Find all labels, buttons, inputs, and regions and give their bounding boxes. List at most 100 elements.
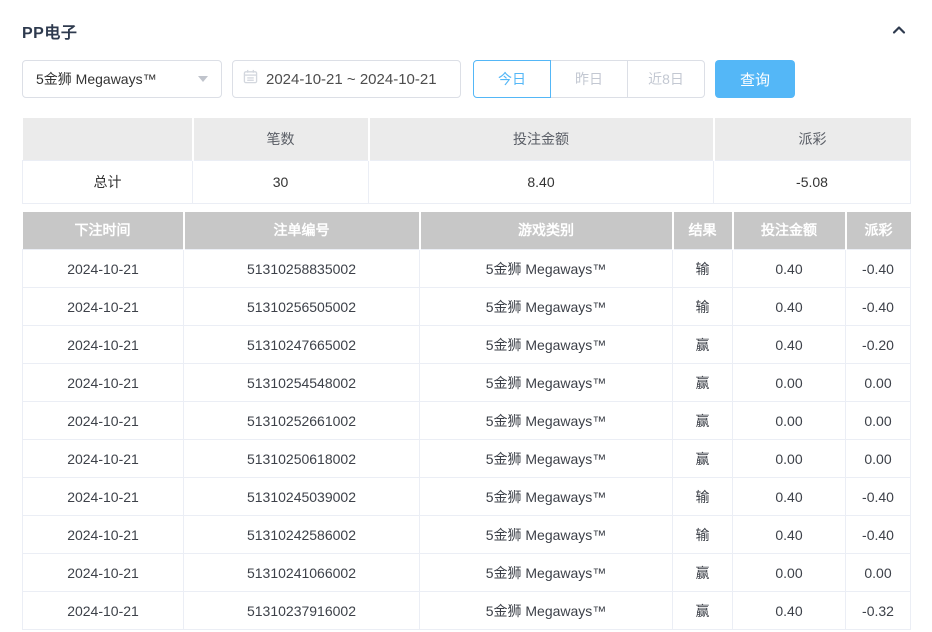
order-id-cell: 51310241066002 <box>184 554 420 592</box>
payout-cell: -0.20 <box>846 326 911 364</box>
order-id-cell: 51310250618002 <box>184 440 420 478</box>
summary-total-bet-amount: 8.40 <box>369 160 714 203</box>
filter-bar: 5金狮 Megaways™ 2024-10-21 ~ 2024-10-21 今日… <box>22 60 910 98</box>
bet-amount-cell: 0.00 <box>733 440 846 478</box>
game-type-cell: 5金狮 Megaways™ <box>420 516 673 554</box>
col-order-id: 注单编号 <box>184 212 420 250</box>
game-type-cell: 5金狮 Megaways™ <box>420 326 673 364</box>
table-row: 2024-10-21513102450390025金狮 Megaways™输0.… <box>23 478 911 516</box>
summary-header-row: 笔数 投注金额 派彩 <box>23 118 911 160</box>
bet-time-cell: 2024-10-21 <box>23 554 184 592</box>
search-button[interactable]: 查询 <box>715 60 795 98</box>
order-id-cell: 51310252661002 <box>184 402 420 440</box>
summary-total-payout: -5.08 <box>714 160 911 203</box>
bet-amount-cell: 0.40 <box>733 326 846 364</box>
game-select[interactable]: 5金狮 Megaways™ <box>22 60 222 98</box>
result-cell: 赢 <box>673 592 733 630</box>
order-id-cell: 51310258835002 <box>184 250 420 288</box>
pp-electronic-panel: PP电子 5金狮 Megaways™ <box>0 0 932 630</box>
quick-range-last8days-button[interactable]: 近8日 <box>627 60 705 98</box>
game-select-value: 5金狮 Megaways™ <box>36 69 157 89</box>
bet-amount-cell: 0.00 <box>733 364 846 402</box>
panel-header: PP电子 <box>22 20 910 42</box>
result-cell: 输 <box>673 250 733 288</box>
bets-table: 下注时间 注单编号 游戏类别 结果 投注金额 派彩 2024-10-215131… <box>22 212 911 631</box>
game-type-cell: 5金狮 Megaways™ <box>420 592 673 630</box>
payout-cell: 0.00 <box>846 364 911 402</box>
quick-range-yesterday-button[interactable]: 昨日 <box>550 60 628 98</box>
payout-cell: -0.40 <box>846 516 911 554</box>
bet-time-cell: 2024-10-21 <box>23 250 184 288</box>
payout-cell: -0.32 <box>846 592 911 630</box>
bet-time-cell: 2024-10-21 <box>23 326 184 364</box>
quick-range-today-button[interactable]: 今日 <box>473 60 551 98</box>
summary-col-payout: 派彩 <box>714 118 911 160</box>
date-range-value: 2024-10-21 ~ 2024-10-21 <box>266 71 437 88</box>
bet-amount-cell: 0.40 <box>733 288 846 326</box>
order-id-cell: 51310247665002 <box>184 326 420 364</box>
summary-col-bet-amount: 投注金额 <box>369 118 714 160</box>
result-cell: 赢 <box>673 402 733 440</box>
result-cell: 赢 <box>673 554 733 592</box>
payout-cell: -0.40 <box>846 288 911 326</box>
game-type-cell: 5金狮 Megaways™ <box>420 554 673 592</box>
summary-total-row: 总计 30 8.40 -5.08 <box>23 160 911 203</box>
payout-cell: -0.40 <box>846 250 911 288</box>
order-id-cell: 51310245039002 <box>184 478 420 516</box>
result-cell: 赢 <box>673 364 733 402</box>
result-cell: 输 <box>673 288 733 326</box>
summary-col-blank <box>23 118 193 160</box>
result-cell: 赢 <box>673 440 733 478</box>
table-row: 2024-10-21513102588350025金狮 Megaways™输0.… <box>23 250 911 288</box>
bet-amount-cell: 0.40 <box>733 478 846 516</box>
summary-total-count: 30 <box>193 160 369 203</box>
bet-time-cell: 2024-10-21 <box>23 440 184 478</box>
caret-down-icon <box>198 76 208 82</box>
table-row: 2024-10-21513102526610025金狮 Megaways™赢0.… <box>23 402 911 440</box>
bet-amount-cell: 0.40 <box>733 250 846 288</box>
col-bet-time: 下注时间 <box>23 212 184 250</box>
result-cell: 输 <box>673 478 733 516</box>
date-range-input[interactable]: 2024-10-21 ~ 2024-10-21 <box>232 60 461 98</box>
game-type-cell: 5金狮 Megaways™ <box>420 478 673 516</box>
quick-range-group: 今日 昨日 近8日 <box>473 60 705 98</box>
table-row: 2024-10-21513102545480025金狮 Megaways™赢0.… <box>23 364 911 402</box>
collapse-button[interactable] <box>888 20 910 42</box>
table-row: 2024-10-21513102506180025金狮 Megaways™赢0.… <box>23 440 911 478</box>
result-cell: 赢 <box>673 326 733 364</box>
payout-cell: 0.00 <box>846 440 911 478</box>
bet-amount-cell: 0.40 <box>733 592 846 630</box>
game-type-cell: 5金狮 Megaways™ <box>420 364 673 402</box>
bet-amount-cell: 0.00 <box>733 554 846 592</box>
table-row: 2024-10-21513102476650025金狮 Megaways™赢0.… <box>23 326 911 364</box>
order-id-cell: 51310254548002 <box>184 364 420 402</box>
page-title: PP电子 <box>22 19 77 43</box>
bet-table-body: 2024-10-21513102588350025金狮 Megaways™输0.… <box>23 250 911 630</box>
order-id-cell: 51310242586002 <box>184 516 420 554</box>
game-type-cell: 5金狮 Megaways™ <box>420 250 673 288</box>
table-row: 2024-10-21513102565050025金狮 Megaways™输0.… <box>23 288 911 326</box>
table-row: 2024-10-21513102410660025金狮 Megaways™赢0.… <box>23 554 911 592</box>
payout-cell: 0.00 <box>846 402 911 440</box>
bet-time-cell: 2024-10-21 <box>23 364 184 402</box>
summary-col-count: 笔数 <box>193 118 369 160</box>
chevron-up-icon <box>889 20 909 43</box>
order-id-cell: 51310256505002 <box>184 288 420 326</box>
bet-time-cell: 2024-10-21 <box>23 478 184 516</box>
game-type-cell: 5金狮 Megaways™ <box>420 288 673 326</box>
game-type-cell: 5金狮 Megaways™ <box>420 440 673 478</box>
bet-time-cell: 2024-10-21 <box>23 402 184 440</box>
col-bet-amount: 投注金额 <box>733 212 846 250</box>
result-cell: 输 <box>673 516 733 554</box>
bets-header-row: 下注时间 注单编号 游戏类别 结果 投注金额 派彩 <box>23 212 911 250</box>
table-row: 2024-10-21513102379160025金狮 Megaways™赢0.… <box>23 592 911 630</box>
col-game-type: 游戏类别 <box>420 212 673 250</box>
payout-cell: -0.40 <box>846 478 911 516</box>
summary-total-label: 总计 <box>23 160 193 203</box>
col-payout: 派彩 <box>846 212 911 250</box>
payout-cell: 0.00 <box>846 554 911 592</box>
bet-amount-cell: 0.00 <box>733 402 846 440</box>
calendar-icon <box>243 69 258 89</box>
bet-time-cell: 2024-10-21 <box>23 592 184 630</box>
bet-amount-cell: 0.40 <box>733 516 846 554</box>
